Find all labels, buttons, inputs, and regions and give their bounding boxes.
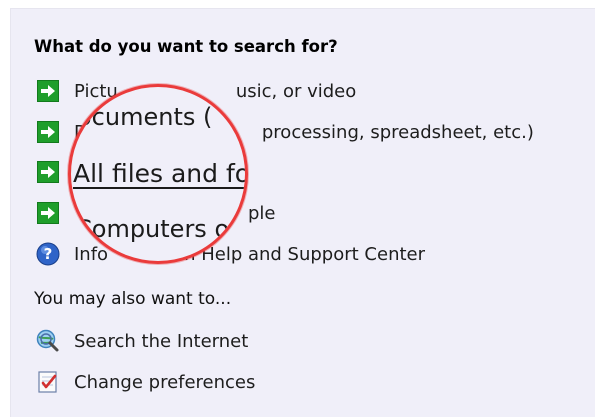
change-preferences-label: Change preferences [74,371,256,393]
option-label-right: usic, or video [235,80,357,102]
option-label-left: Info [74,243,109,265]
help-icon: ? [36,242,60,266]
globe-search-icon [36,329,60,353]
option-help-support[interactable]: ? Info n Help and Support Center [36,242,425,266]
change-preferences-link[interactable]: Change preferences [36,370,255,394]
magnified-documents-text: ocuments ( [77,103,213,131]
magnified-all-files-text[interactable]: All files and fo [73,159,245,188]
magnifier-lens: ocuments ( All files and fo Computers or [68,84,248,264]
green-arrow-icon [36,160,60,184]
search-heading: What do you want to search for? [34,37,338,56]
checklist-icon [36,370,60,394]
green-arrow-icon [36,79,60,103]
also-want-heading: You may also want to... [34,289,232,309]
green-arrow-icon [36,201,60,225]
search-internet-label: Search the Internet [74,330,249,352]
svg-text:?: ? [44,245,53,263]
option-label-right: ple [248,202,276,224]
magnified-computers-text: Computers or [75,215,239,243]
search-internet-link[interactable]: Search the Internet [36,329,248,353]
green-arrow-icon [36,120,60,144]
option-label-right: processing, spreadsheet, etc.) [261,121,534,143]
option-label-right: n Help and Support Center [184,243,426,265]
